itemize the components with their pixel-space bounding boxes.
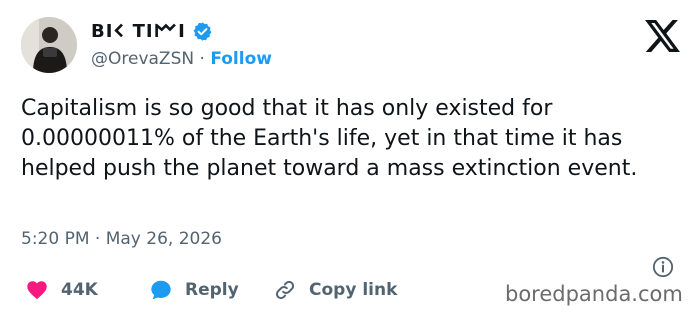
reply-button[interactable]: Reply <box>149 278 273 302</box>
tweet-time: 5:20 PM <box>21 229 90 249</box>
tweet-timestamp[interactable]: 5:20 PM · May 26, 2026 <box>21 229 222 249</box>
tweet-card: BI𐌂 TI𐌌I @OrevaZSN · Follow Capitalism i… <box>0 0 700 318</box>
x-logo-icon[interactable] <box>645 20 680 52</box>
heart-icon <box>27 281 47 300</box>
copy-link-label: Copy link <box>309 280 398 300</box>
handle-separator: · <box>199 49 205 69</box>
author-name-row: BI𐌂 TI𐌌I <box>91 21 213 42</box>
avatar-image <box>21 17 77 73</box>
author-handle-row: @OrevaZSN · Follow <box>91 49 272 69</box>
author-handle[interactable]: @OrevaZSN <box>91 49 194 69</box>
tweet-text: Capitalism is so good that it has only e… <box>21 96 638 181</box>
author-display-name[interactable]: BI𐌂 TI𐌌I <box>91 21 186 42</box>
follow-button[interactable]: Follow <box>210 49 272 69</box>
copy-link-button[interactable]: Copy link <box>273 278 397 302</box>
info-icon[interactable] <box>652 256 674 278</box>
avatar[interactable] <box>21 17 77 73</box>
tweet-date: May 26, 2026 <box>105 229 222 249</box>
link-icon <box>275 280 295 300</box>
reply-label: Reply <box>185 280 239 300</box>
reply-bubble-icon <box>151 280 171 300</box>
verified-badge-icon <box>192 21 213 42</box>
watermark: boredpanda.com <box>505 282 683 306</box>
tweet-actions: 44K Reply Copy link <box>25 278 397 302</box>
timestamp-separator: · <box>94 229 101 249</box>
like-button[interactable]: 44K <box>25 278 149 302</box>
like-count: 44K <box>61 280 98 300</box>
